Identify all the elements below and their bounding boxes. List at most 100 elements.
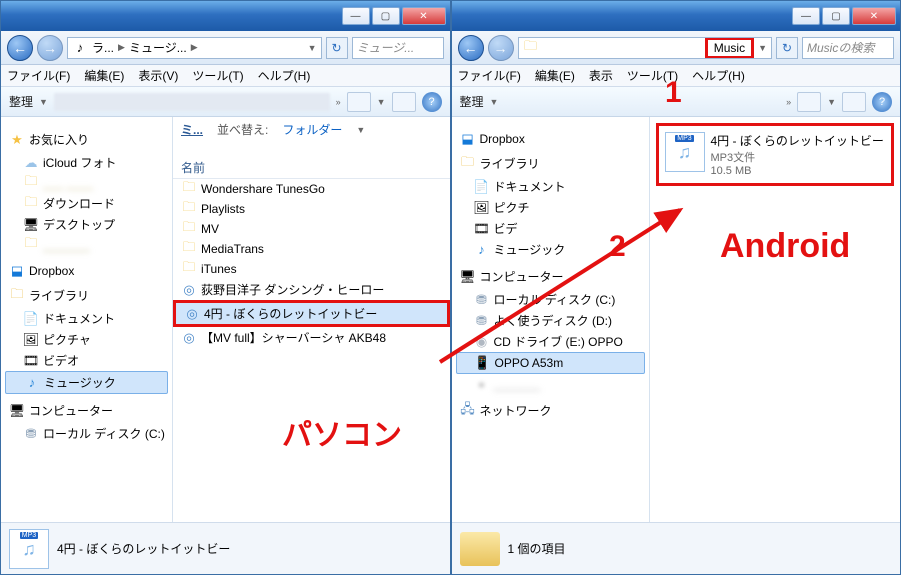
menu-file[interactable]: ファイル(F) — [7, 67, 70, 84]
tree-label: ビデオ — [43, 352, 79, 369]
explorer-window-right: — ▢ ✕ ← → 🗀 Music ▼ ↻ Musicの検索 ファイル(F) 編… — [451, 0, 901, 575]
tree-node-videos[interactable]: 🎞ビデオ — [5, 350, 168, 371]
close-button[interactable]: ✕ — [402, 7, 446, 25]
menu-help[interactable]: ヘルプ(H) — [692, 67, 745, 84]
column-header-name[interactable]: 名前 — [173, 156, 450, 179]
tree-node-local-disk-c[interactable]: ⛃ローカル ディスク (C:) — [5, 423, 168, 444]
tree-node-cd-drive-e[interactable]: ◉CD ドライブ (E:) OPPO — [456, 331, 645, 352]
menu-edit[interactable]: 編集(E) — [535, 67, 575, 84]
refresh-button[interactable]: ↻ — [776, 37, 798, 59]
tree-node-local-disk-c[interactable]: ⛃ローカル ディスク (C:) — [456, 289, 645, 310]
tree-node-music[interactable]: ♪ミュージック — [456, 239, 645, 260]
file-row[interactable]: 🗀Playlists — [173, 199, 450, 219]
computer-group[interactable]: 🖥コンピューター — [460, 268, 645, 285]
file-row[interactable]: 🗀Wondershare TunesGo — [173, 179, 450, 199]
mp3-thumbnail: MP3♫ — [665, 132, 705, 172]
minimize-button[interactable]: — — [792, 7, 820, 25]
menu-file[interactable]: ファイル(F) — [458, 67, 521, 84]
dropbox-group[interactable]: ⬓Dropbox — [9, 263, 168, 279]
file-name: MV — [201, 222, 219, 236]
forward-button[interactable]: → — [37, 35, 63, 61]
tree-node-blurred[interactable]: 🗀_______ — [5, 235, 168, 255]
menu-view[interactable]: 表示(V) — [138, 67, 178, 84]
tree-node-phone[interactable]: 📱OPPO A53m — [456, 352, 645, 374]
maximize-button[interactable]: ▢ — [372, 7, 400, 25]
menu-edit[interactable]: 編集(E) — [84, 67, 124, 84]
menu-help[interactable]: ヘルプ(H) — [258, 67, 311, 84]
organize-button[interactable]: 整理 — [460, 93, 484, 110]
nav-tree: ⬓Dropbox 🗀ライブラリ 📄ドキュメント 🖼ピクチ 🎞ビデ ♪ミュージック… — [452, 117, 650, 522]
tree-label: _______ — [494, 377, 541, 391]
sort-value[interactable]: フォルダー — [282, 121, 342, 138]
file-row[interactable]: 🗀MediaTrans — [173, 239, 450, 259]
tree-node-desktop[interactable]: 🖥デスクトップ — [5, 214, 168, 235]
tree-node-videos[interactable]: 🎞ビデ — [456, 218, 645, 239]
view-button[interactable] — [347, 92, 371, 112]
tree-label: コンピューター — [480, 268, 564, 285]
tree-node-icloud[interactable]: ☁iCloud フォト — [5, 152, 168, 173]
file-row[interactable]: 🗀iTunes — [173, 259, 450, 279]
menu-bar: ファイル(F) 編集(E) 表示(V) ツール(T) ヘルプ(H) — [1, 65, 450, 87]
help-button[interactable]: ? — [422, 92, 442, 112]
tree-label: iCloud フォト — [43, 154, 116, 171]
chevron-right-icon: ▶ — [118, 42, 125, 53]
tree-node-blurred[interactable]: 🗀___ ____ — [5, 173, 168, 193]
organize-button[interactable]: 整理 — [9, 93, 33, 110]
computer-icon: 🖥 — [460, 269, 476, 285]
file-tile[interactable]: MP3♫ 4円 - ぼくらのレットイットビー MP3文件 10.5 MB — [656, 123, 895, 186]
menu-bar: ファイル(F) 編集(E) 表示 ツール(T) ヘルプ(H) — [452, 65, 901, 87]
tree-node-documents[interactable]: 📄ドキュメント — [5, 308, 168, 329]
file-row-selected[interactable]: ◎4円 - ぼくらのレットイットビー — [173, 300, 450, 327]
dropbox-group[interactable]: ⬓Dropbox — [460, 131, 645, 147]
breadcrumb[interactable]: ラ... — [92, 39, 114, 56]
breadcrumb[interactable]: ミュージ... — [129, 39, 187, 56]
tree-node-pictures[interactable]: 🖼ピクチャ — [5, 329, 168, 350]
file-row[interactable]: 🗀MV — [173, 219, 450, 239]
menu-tools[interactable]: ツール(T) — [627, 67, 678, 84]
libraries-group[interactable]: 🗀ライブラリ — [9, 287, 168, 304]
network-group[interactable]: 🖧ネットワーク — [460, 402, 645, 419]
hdd-icon: ⛃ — [23, 426, 39, 442]
menu-tools[interactable]: ツール(T) — [192, 67, 243, 84]
tree-node-documents[interactable]: 📄ドキュメント — [456, 176, 645, 197]
libraries-group[interactable]: 🗀ライブラリ — [460, 155, 645, 172]
file-row[interactable]: ◎荻野目洋子 ダンシング・ヒーロー — [173, 279, 450, 300]
preview-pane-button[interactable] — [842, 92, 866, 112]
tree-node-disk-d[interactable]: ⛃よく使うディスク (D:) — [456, 310, 645, 331]
help-button[interactable]: ? — [872, 92, 892, 112]
tree-node-downloads[interactable]: 🗀ダウンロード — [5, 193, 168, 214]
refresh-button[interactable]: ↻ — [326, 37, 348, 59]
status-bar: 1 個の項目 — [452, 522, 901, 574]
breadcrumb-music[interactable]: Music — [705, 37, 754, 59]
computer-group[interactable]: 🖥コンピューター — [9, 402, 168, 419]
search-input[interactable]: Musicの検索 — [802, 37, 894, 59]
chevron-down-icon[interactable]: ▼ — [356, 125, 365, 135]
back-button[interactable]: ← — [7, 35, 33, 61]
dropdown-icon[interactable]: ▼ — [308, 43, 317, 53]
favorites-group[interactable]: ★お気に入り — [9, 131, 168, 148]
forward-button[interactable]: → — [488, 35, 514, 61]
address-bar[interactable]: ♪ ラ... ▶ ミュージ... ▶ ▼ — [67, 37, 322, 59]
tree-node-blurred[interactable]: ▫_______ — [456, 374, 645, 394]
preview-pane-button[interactable] — [392, 92, 416, 112]
view-button[interactable] — [797, 92, 821, 112]
search-input[interactable]: ミュージ... — [352, 37, 444, 59]
tree-label: ライブラリ — [480, 155, 540, 172]
explorer-window-left: — ▢ ✕ ← → ♪ ラ... ▶ ミュージ... ▶ ▼ ↻ ミュージ...… — [0, 0, 451, 575]
toolbar: 整理 ▼ » ▼ ? — [1, 87, 450, 117]
maximize-button[interactable]: ▢ — [822, 7, 850, 25]
dropdown-icon[interactable]: ▼ — [758, 43, 767, 53]
tree-node-music[interactable]: ♪ミュージック — [5, 371, 168, 394]
back-button[interactable]: ← — [458, 35, 484, 61]
minimize-button[interactable]: — — [342, 7, 370, 25]
tree-label: コンピューター — [29, 402, 113, 419]
file-row[interactable]: ◎【MV full】シャーバーシャ AKB48 — [173, 327, 450, 348]
address-bar[interactable]: 🗀 Music ▼ — [518, 37, 773, 59]
close-button[interactable]: ✕ — [852, 7, 896, 25]
folder-icon: 🗀 — [181, 201, 197, 217]
document-icon: 📄 — [23, 311, 39, 327]
dropbox-icon: ⬓ — [460, 131, 476, 147]
menu-view[interactable]: 表示 — [589, 67, 613, 84]
media-icon: ◎ — [181, 282, 197, 298]
tree-node-pictures[interactable]: 🖼ピクチ — [456, 197, 645, 218]
